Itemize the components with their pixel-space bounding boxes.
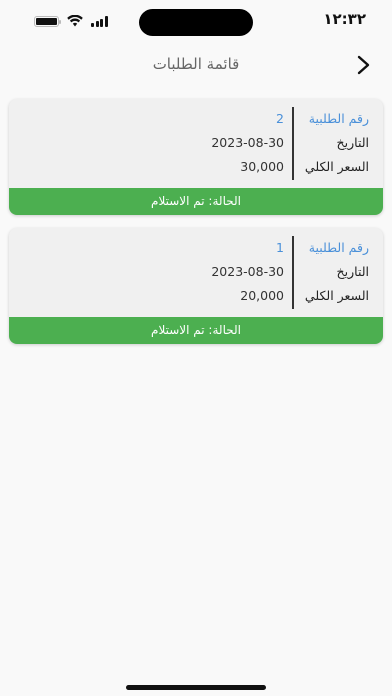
page-title: قائمة الطلبات [152,55,240,73]
order-labels: رقم الطلبية التاريخ السعر الكلي [299,236,369,308]
status-bar: ١٢:٣٢ [0,0,392,44]
order-details: رقم الطلبية التاريخ السعر الكلي 1 2023-0… [9,228,383,317]
order-date-value: 2023-08-30 [211,264,284,279]
order-date-value: 2023-08-30 [211,135,284,150]
total-price-label: السعر الكلي [304,288,369,303]
battery-icon [34,15,61,27]
divider [292,107,294,180]
system-icons [34,14,108,28]
order-number-label: رقم الطلبية [308,111,369,126]
order-details: رقم الطلبية التاريخ السعر الكلي 2 2023-0… [9,99,383,188]
order-total-value: 20,000 [240,288,284,303]
cellular-signal-icon [91,15,108,27]
order-card[interactable]: رقم الطلبية التاريخ السعر الكلي 1 2023-0… [9,228,383,344]
total-price-label: السعر الكلي [304,159,369,174]
order-number-label: رقم الطلبية [308,240,369,255]
date-label: التاريخ [336,264,369,279]
wifi-icon [67,15,83,27]
order-values: 2 2023-08-30 30,000 [211,107,284,179]
order-card[interactable]: رقم الطلبية التاريخ السعر الكلي 2 2023-0… [9,99,383,215]
nav-bar: قائمة الطلبات [0,50,392,80]
order-number-value: 2 [276,111,284,126]
divider [292,236,294,309]
dynamic-island [139,9,253,36]
order-labels: رقم الطلبية التاريخ السعر الكلي [299,107,369,179]
order-status-badge: الحالة: تم الاستلام [9,317,383,344]
status-time: ١٢:٣٢ [323,10,366,28]
order-number-value: 1 [276,240,284,255]
home-indicator[interactable] [126,685,266,690]
back-chevron-icon[interactable] [354,54,374,76]
date-label: التاريخ [336,135,369,150]
order-values: 1 2023-08-30 20,000 [211,236,284,308]
order-status-badge: الحالة: تم الاستلام [9,188,383,215]
order-total-value: 30,000 [240,159,284,174]
